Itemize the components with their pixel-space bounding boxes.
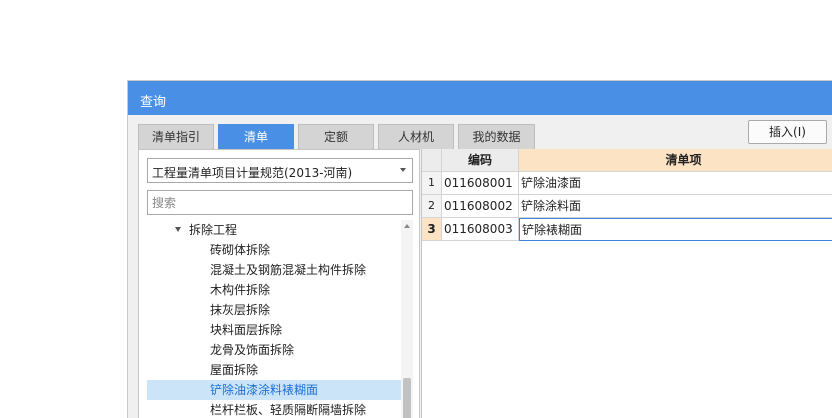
dialog-title: 查询 (140, 95, 167, 110)
tree-scrollbar[interactable] (401, 220, 413, 418)
tree-item-label: 铲除油漆涂料裱糊面 (210, 383, 319, 397)
cell-bill-item[interactable]: 铲除油漆面 (519, 172, 832, 195)
tree-item-selected[interactable]: 铲除油漆涂料裱糊面 (147, 380, 401, 400)
tab-labor-material-machine[interactable]: 人材机 (378, 124, 454, 149)
tree-item[interactable]: 木构件拆除 (147, 280, 401, 300)
tab-my-data[interactable]: 我的数据 (458, 124, 535, 149)
cell-bill-item-active[interactable]: 铲除裱糊面 (519, 218, 832, 241)
bill-tree-panel: 工程量清单项目计量规范(2013-河南) 拆除工程 砖砌体拆除 混凝土及钢筋混凝… (138, 149, 420, 418)
tree-item[interactable]: 块料面层拆除 (147, 320, 401, 340)
tree-item[interactable]: 砖砌体拆除 (147, 240, 401, 260)
tree-node-demolition[interactable]: 拆除工程 (147, 220, 401, 240)
cell-code[interactable]: 011608003 (442, 218, 519, 241)
tree-item-label: 块料面层拆除 (210, 323, 283, 337)
column-header-bill-item[interactable]: 清单项 (519, 149, 832, 172)
column-header-code[interactable]: 编码 (442, 149, 519, 172)
query-dialog: 查询 清单指引 清单 定额 人材机 我的数据 插入(I) 工程量清单项目计量规范… (127, 80, 832, 418)
dialog-titlebar[interactable]: 查询 (128, 81, 832, 115)
tree-item-label: 栏杆栏板、轻质隔断隔墙拆除 (210, 403, 367, 417)
norm-select[interactable]: 工程量清单项目计量规范(2013-河南) (147, 158, 413, 183)
scrollbar-thumb[interactable] (403, 378, 411, 418)
expand-triangle-icon[interactable] (175, 227, 181, 232)
grid-corner (422, 149, 442, 172)
scroll-up-arrow-icon[interactable] (404, 224, 410, 228)
insert-button[interactable]: 插入(I) (748, 120, 827, 144)
cell-bill-item[interactable]: 铲除涂料面 (519, 195, 832, 218)
tab-bill-guide[interactable]: 清单指引 (138, 124, 214, 149)
tree-node-label: 拆除工程 (189, 223, 238, 237)
tree-item[interactable]: 抹灰层拆除 (147, 300, 401, 320)
tree-item-label: 砖砌体拆除 (210, 243, 271, 257)
tree-item-label: 木构件拆除 (210, 283, 271, 297)
tab-bill[interactable]: 清单 (218, 124, 294, 149)
tree-item[interactable]: 混凝土及钢筋混凝土构件拆除 (147, 260, 401, 280)
row-number[interactable]: 2 (422, 195, 442, 218)
tree-item-label: 龙骨及饰面拆除 (210, 343, 295, 357)
tree-item-label: 混凝土及钢筋混凝土构件拆除 (210, 263, 367, 277)
tree-item[interactable]: 龙骨及饰面拆除 (147, 340, 401, 360)
row-number[interactable]: 1 (422, 172, 442, 195)
tree-item-label: 屋面拆除 (210, 363, 259, 377)
norm-select-value: 工程量清单项目计量规范(2013-河南) (152, 166, 353, 180)
bill-item-grid: 编码 清单项 1 011608001 铲除油漆面 2 011608002 铲除涂… (421, 149, 832, 418)
cell-code[interactable]: 011608001 (442, 172, 519, 195)
tree-item-label: 抹灰层拆除 (210, 303, 271, 317)
row-number-current[interactable]: 3 (422, 218, 442, 241)
tree-item[interactable]: 屋面拆除 (147, 360, 401, 380)
chevron-down-icon (400, 168, 406, 172)
search-input[interactable] (147, 190, 413, 215)
tree-item[interactable]: 栏杆栏板、轻质隔断隔墙拆除 (147, 400, 401, 418)
cell-code[interactable]: 011608002 (442, 195, 519, 218)
bill-tree: 拆除工程 砖砌体拆除 混凝土及钢筋混凝土构件拆除 木构件拆除 抹灰层拆除 块料面… (147, 220, 401, 418)
tab-quota[interactable]: 定额 (298, 124, 374, 149)
